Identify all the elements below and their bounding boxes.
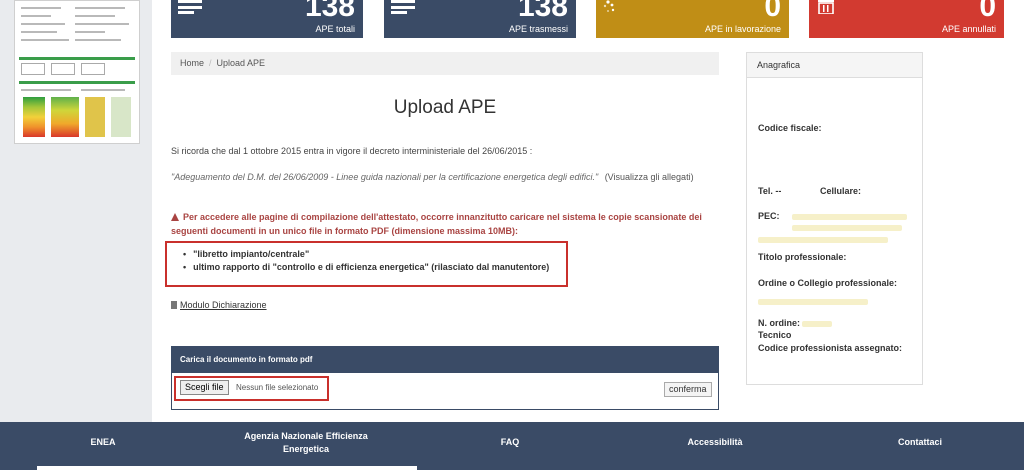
stat-number: 138 (304, 0, 355, 23)
redacted-value (802, 321, 832, 327)
footer-link-faq[interactable]: FAQ (490, 437, 530, 447)
footer-link-contacts[interactable]: Contattaci (880, 437, 960, 447)
ordine-collegio-label: Ordine o Collegio professionale: (758, 278, 898, 288)
stat-label: APE totali (315, 24, 355, 34)
agency-line-1: Agenzia Nazionale Efficienza (244, 431, 368, 441)
decree-notice: Si ricorda che dal 1 ottobre 2015 entra … (171, 146, 533, 156)
decree-name: "Adeguamento del D.M. del 26/06/2009 - L… (171, 172, 599, 182)
file-icon (171, 301, 177, 309)
anagrafica-title: Anagrafica (747, 53, 922, 78)
stat-card-ape-totali[interactable]: 138 APE totali (171, 0, 363, 38)
redacted-value (792, 214, 907, 220)
modulo-dichiarazione-link[interactable]: Modulo Dichiarazione (180, 300, 267, 310)
stat-number: 138 (517, 0, 568, 23)
confirm-button[interactable]: conferma (664, 382, 712, 397)
stat-card-ape-trasmessi[interactable]: 138 APE trasmessi (384, 0, 576, 38)
warning-icon (171, 213, 179, 221)
warning-text: Per accedere alle pagine di compilazione… (171, 212, 702, 236)
trash-icon (818, 0, 834, 14)
bottom-overlay (37, 466, 417, 470)
footer-link-accessibility[interactable]: Accessibilità (670, 437, 760, 447)
breadcrumb-current: Upload APE (216, 58, 266, 68)
page-title: Upload APE (393, 97, 497, 118)
pec-label: PEC: (758, 211, 780, 221)
codice-fiscale-label: Codice fiscale: (758, 123, 822, 133)
spinner-icon (603, 0, 615, 12)
tel-label: Tel. -- (758, 186, 782, 196)
redacted-value (758, 299, 868, 305)
anagrafica-panel: Anagrafica Codice fiscale: Tel. -- Cellu… (746, 52, 923, 385)
titolo-professionale-label: Titolo professionale: (758, 252, 847, 262)
stat-label: APE in lavorazione (704, 24, 781, 34)
codice-professionista-label: Codice professionista assegnato: (758, 343, 903, 353)
footer-link-enea[interactable]: ENEA (80, 437, 126, 447)
breadcrumb: Home / Upload APE (171, 52, 719, 75)
document-thumbnail[interactable] (14, 0, 140, 144)
upload-panel-header: Carica il documento in formato pdf (172, 347, 718, 373)
numero-ordine-label: N. ordine: (758, 318, 800, 328)
modulo-dichiarazione: Modulo Dichiarazione (171, 300, 267, 310)
decree-title: "Adeguamento del D.M. del 26/06/2009 - L… (171, 172, 694, 182)
stat-card-ape-annullati[interactable]: 0 APE annullati (809, 0, 1004, 38)
stat-label: APE annullati (941, 24, 996, 34)
list-item: ultimo rapporto di "controllo e di effic… (183, 261, 549, 274)
stat-label: APE trasmessi (508, 24, 568, 34)
stat-number: 0 (764, 0, 781, 23)
list-item: "libretto impianto/centrale" (183, 248, 549, 261)
footer: ENEA Agenzia Nazionale Efficienza Energe… (0, 422, 1024, 470)
file-input-highlight (174, 376, 329, 401)
agency-line-2: Energetica (282, 444, 330, 454)
list-icon (391, 0, 415, 14)
redacted-value (758, 237, 888, 243)
warning-message: Per accedere alle pagine di compilazione… (171, 210, 719, 238)
required-documents-list: "libretto impianto/centrale" ultimo rapp… (183, 248, 549, 274)
redacted-value (792, 225, 902, 231)
footer-link-agency[interactable]: Agenzia Nazionale Efficienza Energetica (226, 430, 386, 456)
attachments-link[interactable]: (Visualizza gli allegati) (605, 172, 694, 182)
stat-card-ape-in-lavorazione[interactable]: 0 APE in lavorazione (596, 0, 789, 38)
tecnico-label: Tecnico (758, 330, 792, 340)
stat-number: 0 (979, 0, 996, 23)
cellulare-label: Cellulare: (820, 186, 862, 196)
list-icon (178, 0, 202, 14)
breadcrumb-home[interactable]: Home (180, 58, 204, 68)
